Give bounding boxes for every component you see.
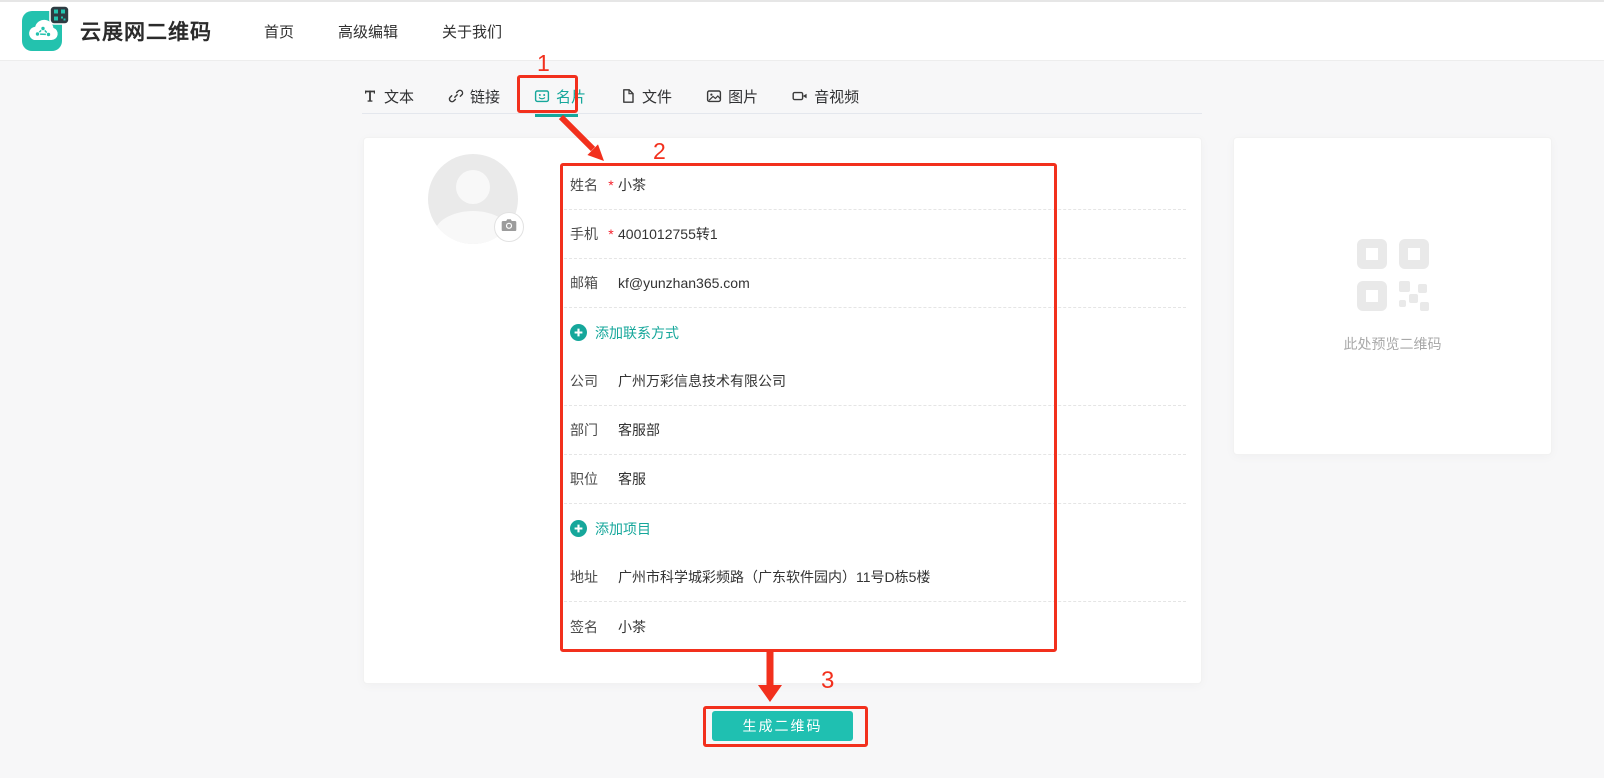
nav-item-home[interactable]: 首页 (264, 21, 294, 42)
field-label-company: 公司 (570, 371, 604, 391)
nav-item-advanced-edit[interactable]: 高级编辑 (338, 21, 398, 42)
text-icon (362, 88, 378, 104)
field-input-phone[interactable] (618, 226, 1186, 242)
tab-label-image: 图片 (728, 86, 758, 107)
qr-placeholder-icon (1357, 239, 1429, 316)
field-label-signature: 签名 (570, 617, 604, 637)
tab-label-link: 链接 (470, 86, 500, 107)
tab-card[interactable]: 名片 (534, 79, 586, 113)
field-input-address[interactable] (618, 569, 1186, 585)
add-link-label-add-project: 添加项目 (595, 519, 651, 539)
field-input-name[interactable] (618, 177, 1186, 193)
plus-icon (570, 520, 587, 537)
business-card-form: 姓名*手机*邮箱添加联系方式公司部门职位添加项目地址签名 (564, 161, 1186, 651)
file-icon (620, 88, 636, 104)
field-label-name: 姓名 (570, 175, 604, 195)
generate-qr-button[interactable]: 生成二维码 (712, 711, 853, 741)
form-row-email: 邮箱 (564, 259, 1186, 308)
required-asterisk: * (604, 226, 618, 242)
tab-link[interactable]: 链接 (448, 79, 500, 113)
tab-text[interactable]: 文本 (362, 79, 414, 113)
tab-file[interactable]: 文件 (620, 79, 672, 113)
tab-label-file: 文件 (642, 86, 672, 107)
required-asterisk: * (604, 177, 618, 193)
brand-logo-icon (20, 5, 70, 58)
header: 云展网二维码 首页 高级编辑 关于我们 (0, 0, 1604, 61)
field-input-email[interactable] (618, 275, 1186, 291)
tab-video[interactable]: 音视频 (792, 79, 859, 113)
field-label-position: 职位 (570, 469, 604, 489)
qr-preview-panel: 此处预览二维码 (1233, 137, 1552, 455)
add-link-label-add-contact: 添加联系方式 (595, 323, 679, 343)
card-icon (534, 88, 550, 104)
form-row-address: 地址 (564, 553, 1186, 602)
tab-label-card: 名片 (556, 86, 586, 107)
tab-label-video: 音视频 (814, 86, 859, 107)
field-input-company[interactable] (618, 373, 1186, 389)
form-row-company: 公司 (564, 357, 1186, 406)
tab-label-text: 文本 (384, 86, 414, 107)
field-label-phone: 手机 (570, 224, 604, 244)
field-input-signature[interactable] (618, 619, 1186, 635)
tab-image[interactable]: 图片 (706, 79, 758, 113)
form-row-phone: 手机* (564, 210, 1186, 259)
avatar-upload[interactable] (428, 154, 518, 244)
field-label-department: 部门 (570, 420, 604, 440)
avatar-head-shape (456, 170, 490, 204)
nav-item-about-us[interactable]: 关于我们 (442, 21, 502, 42)
tab-bar: 文本 链接 名片 文件 图片 音视频 (362, 79, 859, 113)
tabs-underline (362, 113, 1202, 114)
plus-icon (570, 324, 587, 341)
brand[interactable]: 云展网二维码 (20, 5, 212, 58)
link-icon (448, 88, 464, 104)
field-input-position[interactable] (618, 471, 1186, 487)
video-icon (792, 88, 808, 104)
form-row-name: 姓名* (564, 161, 1186, 210)
form-row-signature: 签名 (564, 602, 1186, 651)
field-label-email: 邮箱 (570, 273, 604, 293)
brand-title: 云展网二维码 (80, 16, 212, 46)
field-label-address: 地址 (570, 567, 604, 587)
add-link-add-contact[interactable]: 添加联系方式 (564, 308, 1186, 357)
qr-preview-placeholder-text: 此处预览二维码 (1344, 334, 1442, 354)
form-row-department: 部门 (564, 406, 1186, 455)
camera-icon (501, 218, 517, 237)
business-card-form-panel: 姓名*手机*邮箱添加联系方式公司部门职位添加项目地址签名 (363, 137, 1202, 684)
field-input-department[interactable] (618, 422, 1186, 438)
camera-upload-button[interactable] (494, 212, 524, 242)
add-link-add-project[interactable]: 添加项目 (564, 504, 1186, 553)
main-nav: 首页 高级编辑 关于我们 (264, 21, 502, 42)
form-row-position: 职位 (564, 455, 1186, 504)
image-icon (706, 88, 722, 104)
